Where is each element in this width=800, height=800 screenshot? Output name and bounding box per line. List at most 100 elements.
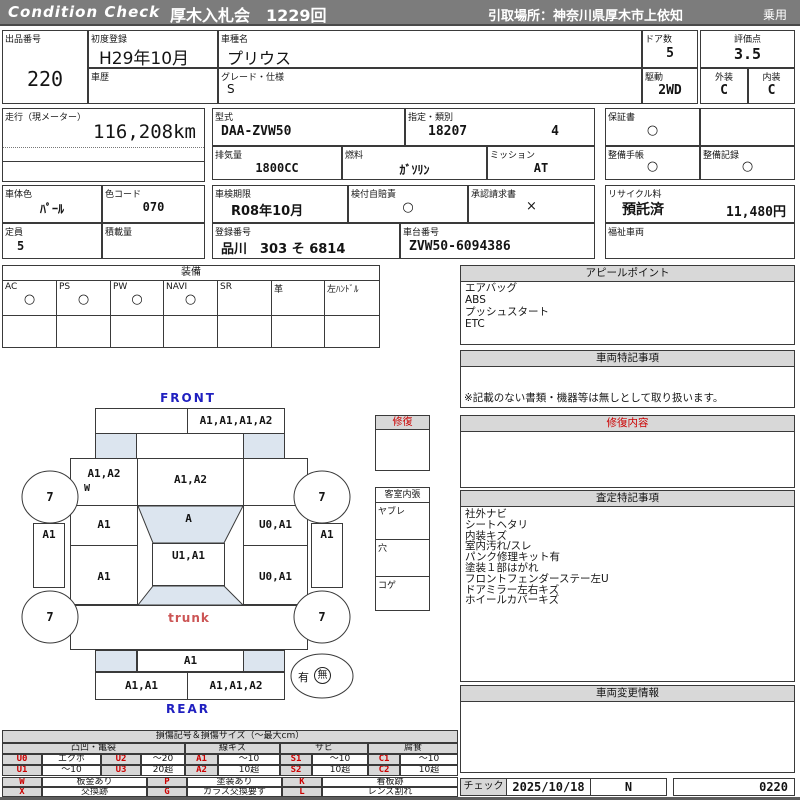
welfare-label: 福祉車両 [608,228,645,238]
equipment-table: 装備 AC ○ PS ○ PW ○ NAVI ○ SR 革 左ﾊﾝﾄﾞﾙ [2,265,380,348]
roof-codes: U1,A1 [171,549,206,562]
repair-mark-title: 修復 [376,416,429,430]
equipment-label: 革 [274,285,284,295]
class-box: 指定・類別 18207 4 [405,108,595,146]
load-box: 積載量 [102,223,205,259]
front-left-wheel-mark: 7 [46,490,54,504]
windshield-codes: A [185,512,192,525]
model-name-box: 車種名 プリウス [218,30,642,68]
legend-desc: 看板跡 [322,777,458,787]
legend-desc: 10超 [218,765,280,776]
legend-code: S2 [280,765,312,776]
equipment-value: ○ [184,292,197,307]
right-rear-door-cell: U0,A1 [243,545,308,605]
inspection-value: R08年10月 [231,204,304,219]
diagram-rear-label: REAR [166,702,210,716]
load-label: 積載量 [105,228,133,238]
check-label: チェック [461,779,507,795]
legend-title: 損傷記号＆損傷サイズ（～最大cm） [2,730,458,743]
legend-code: C1 [368,754,400,765]
rear-panel-cell: A1 [137,650,244,672]
assessment-line: フロントフェンダーステー左U [465,572,609,585]
cabin-lining-box: 客室内張 ヤブレ 穴 コゲ [375,487,430,611]
equipment-value: ○ [77,292,90,307]
legend-desc: 板金あり [42,777,147,787]
assessment-line: ホイールカバーキズ [465,594,560,607]
repair-mark-box: 修復 [375,415,430,471]
legend-desc: 10超 [400,765,458,776]
maintenance-record-value: ○ [741,159,754,174]
hood-codes: A1,A2 [173,473,208,486]
maintenance-book-box: 整備手帳 ○ [605,146,700,180]
fuel-box: 燃料 ｶﾞｿﾘﾝ [342,146,487,180]
inspection-label: 車検期限 [215,190,252,200]
legend-desc: 塗装あり [187,777,282,787]
legend-group-corrosion: 腐食 [368,743,458,754]
equipment-label: PW [113,282,128,292]
equipment-col-pw: PW ○ [111,281,164,347]
legend-code: A1 [185,754,218,765]
cabin-row-burn-label: コゲ [378,581,397,591]
front-cowl-right-shaded [243,433,285,459]
right-sill-cell: A1 [311,523,343,588]
displacement-label: 排気量 [215,151,243,161]
approval-value: × [526,199,537,214]
score-value: 3.5 [733,45,762,63]
cabin-row-hole: 穴 [376,540,429,577]
rear-left-wheel-mark: 7 [46,610,54,624]
front-bumper-left-cell [95,408,188,434]
mileage-box: 走行（現メーター） 116,208km [2,108,205,182]
interior-grade-box: 内装 C [748,68,795,104]
change-info-title: 車両変更情報 [461,686,794,702]
chassis-number-value: ZVW50-6094386 [409,239,511,254]
rear-bumper-right-cell: A1,A1,A2 [187,672,285,700]
condition-check-sheet: Condition Check 厚木入札会 1229回 引取場所：神奈川県厚木市… [0,0,800,800]
chassis-number-box: 車台番号 ZVW50-6094386 [400,223,595,259]
registration-number-label: 登録番号 [215,228,252,238]
equipment-value: ○ [23,292,36,307]
insurance-box: 検付自賠責 ○ [348,185,468,223]
appeal-line: エアバッグ [465,282,518,294]
mission-value: AT [533,161,549,175]
roof-cell: U1,A1 [152,543,225,586]
right-sill-codes: A1 [320,528,334,541]
drive-value: 2WD [658,83,682,98]
model-code-value: DAA-ZVW50 [221,124,292,139]
change-info-panel: 車両変更情報 [460,685,795,773]
lot-number-box: 出品番号 220 [2,30,88,104]
mileage-value: 116,208km [93,121,196,143]
grade-box: グレード・仕様 S [218,68,642,104]
pickup-location: 引取場所：神奈川県厚木市上依知 [488,9,684,24]
repair-history-yes: 有 [298,671,309,684]
capacity-label: 定員 [5,228,24,238]
mileage-divider-dotted [3,147,204,148]
first-registration-value: H29年10月 [99,49,190,69]
check-row: チェック 2025/10/18 N [460,778,667,796]
drive-box: 駆動 2WD [642,68,698,104]
left-rear-door-codes: A1 [97,570,111,583]
warranty-empty-box [700,108,795,146]
grade-value: S [227,82,235,96]
cabin-row-hole-label: 穴 [378,544,388,554]
vehicle-notes-disclaimer: ※記載のない書類・機器等は無しとして取り扱います。 [464,392,724,404]
warranty-label: 保証書 [608,113,636,123]
recycle-fee-value: 11,480円 [726,205,786,220]
repair-detail-title: 修復内容 [461,416,794,432]
lot-number-label: 出品番号 [5,35,42,45]
right-rear-door-codes: U0,A1 [258,570,293,583]
class-value-b: 4 [551,124,559,139]
score-box: 評価点 3.5 [700,30,795,68]
legend-group-scratch: 線キズ [185,743,280,754]
equipment-col-leather: 革 [272,281,325,347]
legend-group-rust: サビ [280,743,368,754]
drive-label: 駆動 [645,73,664,83]
welfare-box: 福祉車両 [605,223,795,259]
inspection-box: 車検期限 R08年10月 [212,185,348,223]
hood-cell: A1,A2 [137,458,244,506]
left-sill-codes: A1 [42,528,56,541]
mission-box: ミッション AT [487,146,595,180]
rear-right-wheel-mark: 7 [318,610,326,624]
vehicle-notes-panel: 車両特記事項 ※記載のない書類・機器等は無しとして取り扱います。 [460,350,795,408]
check-flag: N [624,780,633,794]
cabin-lining-title: 客室内張 [376,488,429,503]
